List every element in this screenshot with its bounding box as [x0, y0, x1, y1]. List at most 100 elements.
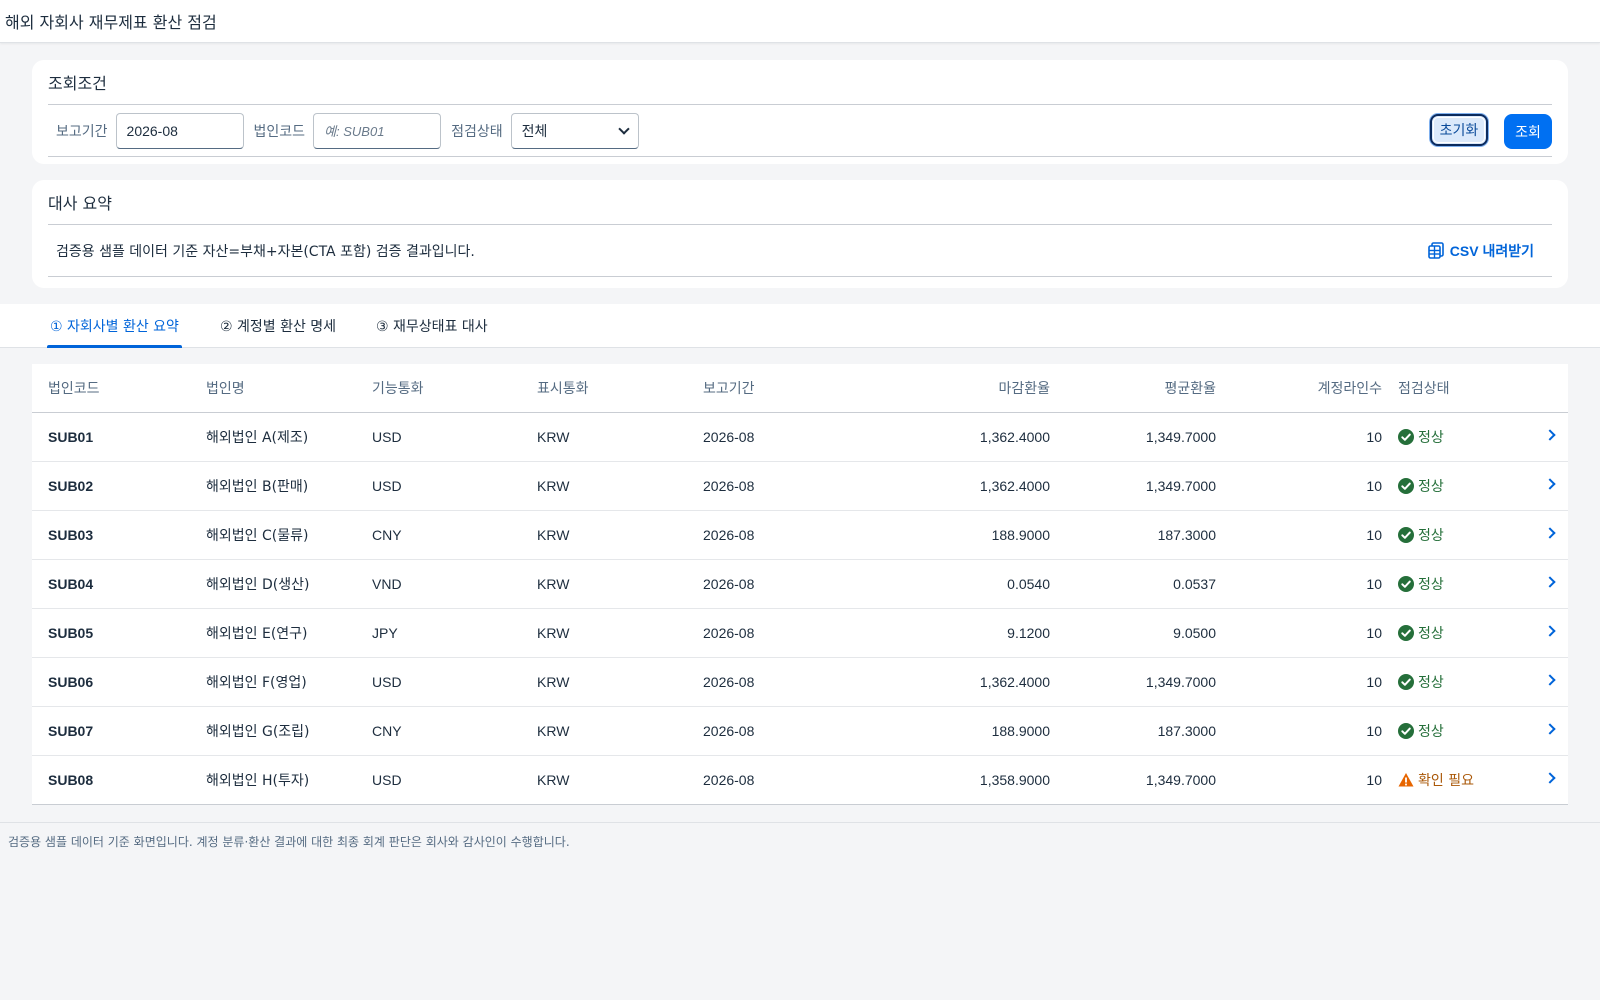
- cell-closing-rate: 188.9000: [991, 527, 1050, 543]
- tab-bar: ① 자회사별 환산 요약 ② 계정별 환산 명세 ③ 재무상태표 대사: [0, 304, 1600, 348]
- cell-average-rate: 1,349.7000: [1145, 674, 1216, 690]
- row-navigation[interactable]: [1532, 511, 1568, 559]
- table-row[interactable]: SUB04 해외법인 D(생산) VND KRW 2026-08 0.0540 0.0537…: [32, 560, 1568, 609]
- search-button[interactable]: 조회: [1504, 114, 1552, 149]
- cell-line-count: 10: [1366, 478, 1382, 494]
- table-row[interactable]: SUB01 해외법인 A(제조) USD KRW 2026-08 1,362.4000 1,…: [32, 413, 1568, 462]
- cell-presentation-currency: KRW: [537, 429, 570, 445]
- cell-name: 해외법인 G(조립): [206, 724, 310, 740]
- row-navigation[interactable]: [1532, 560, 1568, 608]
- status-badge: 정상: [1398, 462, 1528, 510]
- cell-line-count: 10: [1366, 772, 1382, 788]
- status-label: 점검상태: [451, 123, 503, 140]
- tab-subsidiary-summary[interactable]: ① 자회사별 환산 요약: [47, 304, 182, 348]
- row-navigation[interactable]: [1532, 462, 1568, 510]
- cell-period: 2026-08: [703, 478, 755, 494]
- table-row[interactable]: SUB03 해외법인 C(물류) CNY KRW 2026-08 188.9000 187.…: [32, 511, 1568, 560]
- status-text: 정상: [1418, 577, 1444, 593]
- code-input[interactable]: 예: SUB01: [313, 112, 442, 149]
- cell-name: 해외법인 H(투자): [206, 773, 310, 789]
- status-badge: 정상: [1398, 658, 1528, 706]
- cell-presentation-currency: KRW: [537, 772, 570, 788]
- cell-average-rate: 1,349.7000: [1145, 772, 1216, 788]
- filter-bar: 보고기간 2026-08 법인코드 예: SUB01 점검상태 전체 초기화 조…: [48, 105, 1552, 157]
- cell-line-count: 10: [1366, 723, 1382, 739]
- cell-line-count: 10: [1366, 576, 1382, 592]
- header-presentation-currency[interactable]: 표시통화: [537, 364, 657, 412]
- reset-button[interactable]: 초기화: [1430, 114, 1488, 146]
- status-badge: 정상: [1398, 413, 1528, 461]
- summary-row: 검증용 샘플 데이터 기준 자산=부채+자본(CTA 포함) 검증 결과입니다.…: [48, 225, 1552, 277]
- cell-functional-currency: USD: [372, 478, 402, 494]
- row-navigation[interactable]: [1532, 413, 1568, 461]
- row-navigation[interactable]: [1532, 707, 1568, 755]
- shell-bar: 해외 자회사 재무제표 환산 점검: [0, 0, 1600, 43]
- cell-functional-currency: USD: [372, 674, 402, 690]
- status-text: 정상: [1418, 724, 1444, 740]
- table-body: SUB01 해외법인 A(제조) USD KRW 2026-08 1,362.4000 1,…: [32, 413, 1568, 804]
- table-row[interactable]: SUB07 해외법인 G(조립) CNY KRW 2026-08 188.9000 187.…: [32, 707, 1568, 756]
- header-name[interactable]: 법인명: [206, 364, 356, 412]
- status-badge: 정상: [1398, 511, 1528, 559]
- cell-presentation-currency: KRW: [537, 625, 570, 641]
- cell-period: 2026-08: [703, 674, 755, 690]
- chevron-down-icon: [617, 122, 630, 135]
- csv-download-label: CSV 내려받기: [1449, 242, 1534, 259]
- period-label: 보고기간: [56, 123, 108, 140]
- table-row[interactable]: SUB05 해외법인 E(연구) JPY KRW 2026-08 9.1200 9.0500…: [32, 609, 1568, 658]
- check-circle-icon: [1398, 723, 1418, 739]
- status-text: 정상: [1418, 430, 1444, 446]
- csv-download-link[interactable]: CSV 내려받기: [1427, 241, 1534, 261]
- status-text: 정상: [1418, 675, 1444, 691]
- cell-average-rate: 187.3000: [1157, 723, 1216, 739]
- table-row[interactable]: SUB02 해외법인 B(판매) USD KRW 2026-08 1,362.4000 1,…: [32, 462, 1568, 511]
- cell-line-count: 10: [1366, 429, 1382, 445]
- cell-period: 2026-08: [703, 625, 755, 641]
- header-code[interactable]: 법인코드: [48, 364, 188, 412]
- row-navigation[interactable]: [1532, 756, 1568, 804]
- spreadsheet-icon: [1427, 242, 1444, 259]
- cell-functional-currency: CNY: [372, 527, 402, 543]
- cell-closing-rate: 0.0540: [1007, 576, 1050, 592]
- header-functional-currency[interactable]: 기능통화: [372, 364, 492, 412]
- table-row[interactable]: SUB08 해외법인 H(투자) USD KRW 2026-08 1,358.9000 1,…: [32, 756, 1568, 804]
- subsidiary-table: 법인코드 법인명 기능통화 표시통화 보고기간 마감환율 평균환율 계정라인수 …: [32, 364, 1568, 805]
- cell-presentation-currency: KRW: [537, 527, 570, 543]
- header-period[interactable]: 보고기간: [703, 364, 823, 412]
- cell-name: 해외법인 B(판매): [206, 479, 309, 495]
- cell-period: 2026-08: [703, 772, 755, 788]
- status-select-value: 전체: [521, 122, 548, 139]
- status-select[interactable]: 전체: [510, 112, 639, 149]
- cell-average-rate: 0.0537: [1173, 576, 1216, 592]
- chevron-right-icon: [1544, 429, 1556, 441]
- header-average-rate[interactable]: 평균환율: [1052, 364, 1216, 412]
- cell-functional-currency: USD: [372, 429, 402, 445]
- header-status[interactable]: 점검상태: [1398, 364, 1528, 412]
- table-row[interactable]: SUB06 해외법인 F(영업) USD KRW 2026-08 1,362.4000 1,…: [32, 658, 1568, 707]
- cell-name: 해외법인 F(영업): [206, 675, 307, 691]
- period-input[interactable]: 2026-08: [115, 112, 244, 149]
- chevron-right-icon: [1544, 723, 1556, 735]
- tab-account-detail[interactable]: ② 계정별 환산 명세: [220, 304, 336, 348]
- chevron-right-icon: [1544, 576, 1556, 588]
- summary-panel-title: 대사 요약: [48, 180, 1552, 225]
- cell-average-rate: 9.0500: [1173, 625, 1216, 641]
- check-circle-icon: [1398, 478, 1418, 494]
- footer-disclaimer: 검증용 샘플 데이터 기준 화면입니다. 계정 분류·환산 결과에 대한 최종 …: [0, 822, 1600, 860]
- cell-closing-rate: 1,362.4000: [979, 674, 1050, 690]
- row-navigation[interactable]: [1532, 609, 1568, 657]
- tab-balance-sheet-reconciliation[interactable]: ③ 재무상태표 대사: [376, 304, 488, 348]
- cell-closing-rate: 1,358.9000: [979, 772, 1050, 788]
- cell-period: 2026-08: [703, 723, 755, 739]
- chevron-right-icon: [1544, 674, 1556, 686]
- row-navigation[interactable]: [1532, 658, 1568, 706]
- cell-closing-rate: 1,362.4000: [979, 478, 1050, 494]
- summary-panel: 대사 요약 검증용 샘플 데이터 기준 자산=부채+자본(CTA 포함) 검증 …: [32, 180, 1568, 288]
- header-line-count[interactable]: 계정라인수: [1232, 364, 1382, 412]
- cell-functional-currency: CNY: [372, 723, 402, 739]
- cell-functional-currency: VND: [372, 576, 402, 592]
- cell-closing-rate: 188.9000: [991, 723, 1050, 739]
- header-closing-rate[interactable]: 마감환율: [872, 364, 1050, 412]
- cell-line-count: 10: [1366, 625, 1382, 641]
- table-header: 법인코드 법인명 기능통화 표시통화 보고기간 마감환율 평균환율 계정라인수 …: [32, 364, 1568, 413]
